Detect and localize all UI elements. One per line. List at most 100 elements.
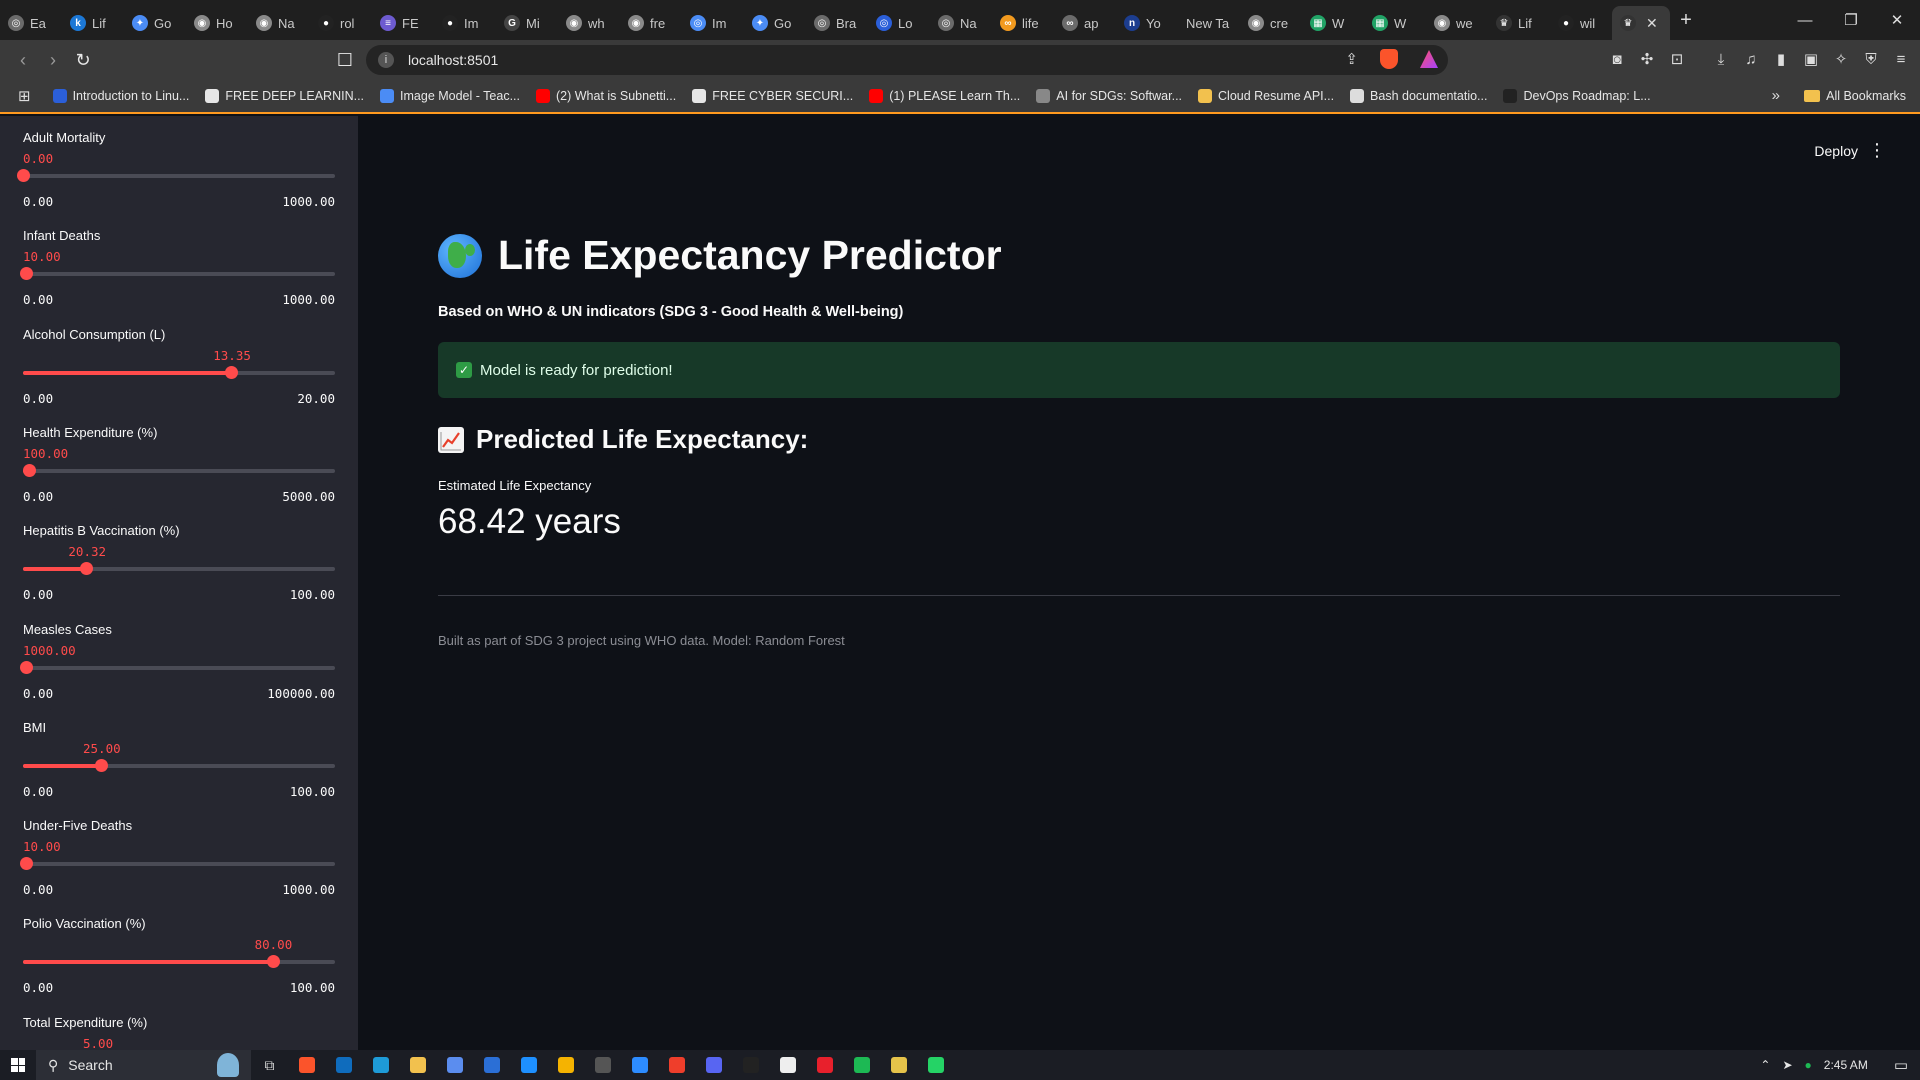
- slider-total-expenditure[interactable]: Total Expenditure (%) 5.00: [23, 1015, 335, 1050]
- tray-overflow-icon[interactable]: ⌃: [1760, 1058, 1770, 1072]
- browser-tab[interactable]: ◉ Na: [248, 6, 310, 40]
- deploy-button[interactable]: Deploy: [1814, 143, 1858, 159]
- browser-tab[interactable]: ◎ Lo: [868, 6, 930, 40]
- browser-tab[interactable]: ● Im: [434, 6, 496, 40]
- taskbar-search[interactable]: ⚲ Search: [36, 1050, 251, 1080]
- forward-icon[interactable]: ›: [38, 45, 68, 75]
- slider-thumb[interactable]: [20, 857, 34, 871]
- brave-rewards-icon[interactable]: [1420, 50, 1438, 68]
- download-icon[interactable]: ⤓: [1712, 50, 1730, 68]
- slider-polio-vaccination[interactable]: Polio Vaccination (%) 80.00 0.00 100.00: [23, 916, 335, 995]
- browser-tab[interactable]: New Ta: [1178, 6, 1240, 40]
- slider-track[interactable]: [20, 857, 335, 871]
- browser-tab[interactable]: ◉ cre: [1240, 6, 1302, 40]
- bookmark-item[interactable]: (2) What is Subnetti...: [536, 89, 676, 103]
- slider-thumb[interactable]: [20, 267, 34, 281]
- slider-health-expenditure[interactable]: Health Expenditure (%) 100.00 0.00 5000.00: [23, 425, 335, 504]
- slider-track[interactable]: [23, 463, 335, 477]
- browser-tab[interactable]: ◎ Ea: [0, 6, 62, 40]
- browser-tab[interactable]: ◉ we: [1426, 6, 1488, 40]
- bookmark-icon[interactable]: ☐: [330, 45, 360, 75]
- restore-button[interactable]: ❐: [1828, 0, 1874, 40]
- telegram-tray-icon[interactable]: ➤: [1782, 1058, 1792, 1072]
- browser-tab[interactable]: ♛ Lif: [1488, 6, 1550, 40]
- slider-thumb[interactable]: [17, 169, 30, 182]
- new-tab-button[interactable]: +: [1670, 9, 1702, 32]
- browser-tab[interactable]: ≡ FE: [372, 6, 434, 40]
- slider-thumb[interactable]: [20, 660, 34, 674]
- browser-tab[interactable]: ▦ W: [1364, 6, 1426, 40]
- browser-tab[interactable]: ● rol: [310, 6, 372, 40]
- share-icon[interactable]: ⇪: [1345, 50, 1358, 68]
- wallet-icon[interactable]: ▣: [1802, 50, 1820, 68]
- bookmark-item[interactable]: DevOps Roadmap: L...: [1503, 89, 1651, 103]
- leo-icon[interactable]: ✧: [1832, 50, 1850, 68]
- taskbar-app-icon[interactable]: [732, 1050, 769, 1080]
- browser-tab[interactable]: G Mi: [496, 6, 558, 40]
- slider-thumb[interactable]: [23, 463, 37, 477]
- slider-thumb[interactable]: [266, 955, 280, 969]
- taskbar-app-icon[interactable]: [806, 1050, 843, 1080]
- taskbar-app-icon[interactable]: [769, 1050, 806, 1080]
- slider-bmi[interactable]: BMI 25.00 0.00 100.00: [23, 720, 335, 799]
- reload-icon[interactable]: ↻: [68, 45, 98, 75]
- slider-thumb[interactable]: [95, 758, 108, 772]
- taskbar-app-icon[interactable]: [325, 1050, 362, 1080]
- taskbar-app-icon[interactable]: [843, 1050, 880, 1080]
- browser-tab[interactable]: ▦ W: [1302, 6, 1364, 40]
- browser-tab[interactable]: ✦ Go: [744, 6, 806, 40]
- browser-tab[interactable]: ◎ Im: [682, 6, 744, 40]
- slider-infant-deaths[interactable]: Infant Deaths 10.00 0.00 1000.00: [20, 228, 335, 307]
- vpn-icon[interactable]: ⛨: [1862, 50, 1880, 68]
- bookmark-item[interactable]: Introduction to Linu...: [52, 89, 189, 103]
- taskbar-app-icon[interactable]: [880, 1050, 917, 1080]
- back-icon[interactable]: ‹: [8, 45, 38, 75]
- browser-tab[interactable]: ∞ life: [992, 6, 1054, 40]
- slider-track[interactable]: [23, 955, 335, 969]
- bookmark-item[interactable]: Image Model - Teac...: [380, 89, 520, 103]
- browser-tab[interactable]: ● wil: [1550, 6, 1612, 40]
- close-tab-icon[interactable]: ✕: [1646, 15, 1658, 32]
- slider-track[interactable]: [20, 267, 335, 281]
- slider-track[interactable]: [23, 758, 335, 772]
- screenshot-icon[interactable]: ◙: [1608, 50, 1626, 68]
- apps-grid-icon[interactable]: ⊞: [18, 87, 31, 105]
- start-button[interactable]: [0, 1050, 36, 1080]
- slider-under-five-deaths[interactable]: Under-Five Deaths 10.00 0.00 1000.00: [20, 818, 335, 897]
- slider-track[interactable]: [17, 169, 335, 182]
- browser-tab[interactable]: ∞ ap: [1054, 6, 1116, 40]
- spotify-tray-icon[interactable]: ●: [1805, 1058, 1812, 1072]
- tab-search-icon[interactable]: ⊡: [1668, 50, 1686, 68]
- browser-tab[interactable]: ◎ Na: [930, 6, 992, 40]
- taskbar-app-icon[interactable]: [436, 1050, 473, 1080]
- taskbar-app-icon[interactable]: [399, 1050, 436, 1080]
- taskbar-app-icon[interactable]: [547, 1050, 584, 1080]
- minimize-button[interactable]: —: [1782, 0, 1828, 40]
- app-menu-icon[interactable]: ⋮: [1868, 140, 1886, 161]
- taskbar-app-icon[interactable]: [584, 1050, 621, 1080]
- taskbar-app-icon[interactable]: [695, 1050, 732, 1080]
- media-icon[interactable]: ♫: [1742, 50, 1760, 68]
- bookmark-item[interactable]: Cloud Resume API...: [1198, 89, 1334, 103]
- browser-menu-icon[interactable]: ≡: [1892, 50, 1910, 68]
- browser-tab[interactable]: ✦ Go: [124, 6, 186, 40]
- clock[interactable]: 2:45 AM: [1824, 1058, 1868, 1072]
- slider-track[interactable]: [20, 660, 335, 674]
- address-bar[interactable]: i localhost:8501 ⇪: [366, 45, 1448, 75]
- slider-thumb[interactable]: [225, 365, 239, 379]
- task-view-icon[interactable]: ⧉: [251, 1050, 288, 1080]
- url-text[interactable]: localhost:8501: [408, 52, 498, 68]
- taskbar-app-icon[interactable]: [362, 1050, 399, 1080]
- all-bookmarks-button[interactable]: All Bookmarks: [1804, 89, 1906, 103]
- bookmarks-overflow-icon[interactable]: »: [1772, 87, 1780, 104]
- taskbar-app-icon[interactable]: [473, 1050, 510, 1080]
- slider-track[interactable]: [23, 562, 335, 576]
- slider-alcohol-consumption-l[interactable]: Alcohol Consumption (L) 13.35 0.00 20.00: [23, 327, 335, 406]
- slider-measles-cases[interactable]: Measles Cases 1000.00 0.00 100000.00: [20, 622, 335, 701]
- taskbar-app-icon[interactable]: [621, 1050, 658, 1080]
- browser-tab[interactable]: ◉ fre: [620, 6, 682, 40]
- bookmark-item[interactable]: FREE CYBER SECURI...: [692, 89, 853, 103]
- bookmark-item[interactable]: Bash documentatio...: [1350, 89, 1487, 103]
- bookmark-item[interactable]: (1) PLEASE Learn Th...: [869, 89, 1020, 103]
- taskbar-app-icon[interactable]: [917, 1050, 954, 1080]
